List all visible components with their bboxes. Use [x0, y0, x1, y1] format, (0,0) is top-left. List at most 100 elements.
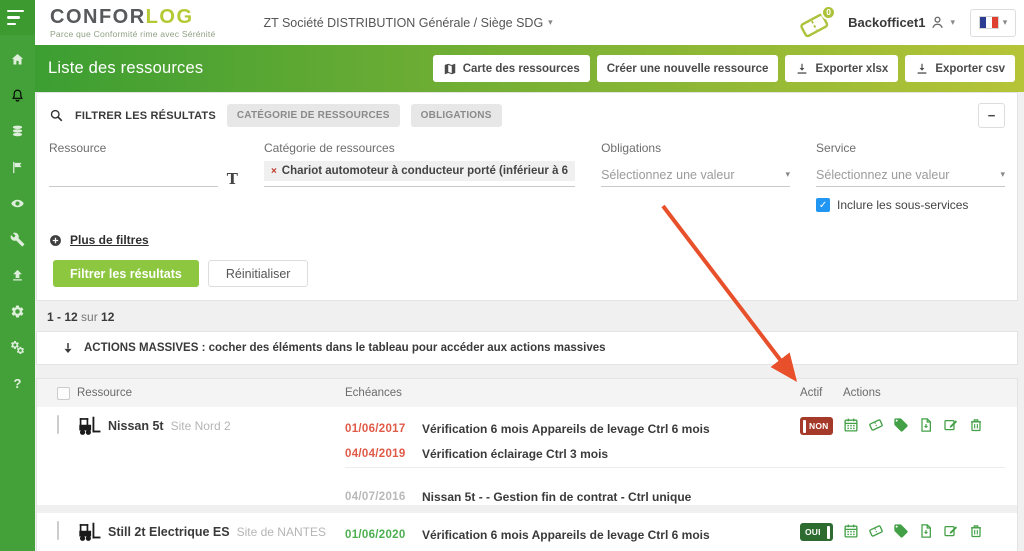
deadline-item: 01/06/2017 Vérification 6 mois Appareils…: [345, 416, 800, 441]
chevron-down-icon: ▾: [950, 17, 955, 27]
deadline-label: Vérification 6 mois Appareils de levage …: [422, 527, 710, 542]
remove-tag-icon[interactable]: ×: [271, 166, 277, 177]
search-icon: [49, 108, 64, 123]
person-icon: [929, 14, 946, 31]
content-area: FILTRER LES RÉSULTATS CATÉGORIE DE RESSO…: [35, 92, 1024, 551]
plus-circle-icon: [49, 234, 62, 247]
collapse-panel-button[interactable]: −: [978, 103, 1005, 128]
active-toggle[interactable]: OUI: [800, 523, 833, 541]
table-row: Nissan 5t Site Nord 2 01/06/2017 Vérific…: [37, 407, 1017, 505]
deadline-date: 01/06/2017: [345, 422, 406, 435]
tickets-icon[interactable]: [868, 523, 884, 539]
pdf-export-icon[interactable]: [918, 417, 934, 433]
language-selector[interactable]: ▾: [970, 8, 1016, 37]
active-toggle[interactable]: NON: [800, 417, 833, 435]
include-subservices-checkbox[interactable]: ✓: [816, 198, 831, 212]
export-xlsx-button[interactable]: Exporter xlsx: [785, 55, 899, 82]
menu-toggle-icon[interactable]: [0, 0, 35, 35]
table-header-row: Ressource Echéances Actif Actions: [37, 379, 1017, 407]
ressource-filter-input[interactable]: [49, 165, 218, 187]
export-csv-button[interactable]: Exporter csv: [905, 55, 1015, 82]
advanced-settings-gears-icon[interactable]: [10, 340, 26, 355]
obligations-placeholder: Sélectionnez une valeur: [601, 167, 735, 182]
row-checkbox[interactable]: [57, 415, 59, 434]
service-label: Service: [816, 141, 857, 155]
logo-text-secondary: Log: [145, 5, 194, 28]
column-header-deadlines: Echéances: [345, 387, 402, 399]
tag-icon[interactable]: [893, 523, 909, 539]
delete-icon[interactable]: [968, 523, 984, 539]
chevron-down-icon: ▾: [1002, 17, 1008, 27]
map-icon: [443, 62, 457, 76]
company-context-selector[interactable]: ZT Société DISTRIBUTION Générale / Siège…: [263, 16, 552, 30]
column-header-resource: Ressource: [77, 387, 132, 399]
tickets-icon[interactable]: [868, 417, 884, 433]
select-all-checkbox[interactable]: [57, 386, 70, 400]
deadline-date: 01/06/2020: [345, 528, 406, 541]
deadline-item: 01/06/2020 Vérification 6 mois Appareils…: [345, 522, 800, 547]
map-of-resources-button[interactable]: Carte des ressources: [432, 55, 590, 82]
service-select[interactable]: Sélectionnez une valeur ▾: [816, 163, 1005, 187]
home-icon[interactable]: [10, 52, 26, 67]
app-root: ? ConforLog Parce que Conformité rime av…: [0, 0, 1024, 551]
database-icon[interactable]: [10, 124, 26, 139]
filter-reset-button[interactable]: Réinitialiser: [207, 260, 309, 287]
user-name: Backofficet1: [848, 15, 926, 30]
french-flag-icon: [978, 16, 999, 29]
categorie-label: Catégorie de ressources: [263, 141, 395, 155]
page-header-actions: Carte des ressources Créer une nouvelle …: [432, 55, 1015, 82]
selected-category-label: Chariot automoteur à conducteur porté (i…: [281, 165, 569, 177]
deadline-date: 04/07/2016: [345, 490, 406, 503]
edit-icon[interactable]: [943, 417, 959, 433]
filter-field-ressource: Ressource T: [49, 141, 238, 212]
deadline-history-item: 04/07/2016 Nissan 5t - - Gestion fin de …: [345, 484, 800, 509]
logo-text-primary: Confor: [50, 5, 146, 28]
eye-icon[interactable]: [10, 196, 26, 211]
resource-name: Nissan 5t: [108, 418, 164, 433]
obligations-select[interactable]: Sélectionnez une valeur ▾: [601, 163, 791, 187]
selected-category-tag[interactable]: × Chariot automoteur à conducteur porté …: [263, 161, 576, 181]
tickets-count-badge: 0: [821, 4, 837, 20]
calendar-icon[interactable]: [843, 523, 859, 539]
wrench-icon[interactable]: [10, 232, 26, 247]
more-filters-link[interactable]: Plus de filtres: [49, 233, 1005, 247]
help-icon[interactable]: ?: [10, 376, 26, 391]
filter-panel: FILTRER LES RÉSULTATS CATÉGORIE DE RESSO…: [36, 92, 1018, 301]
tab-categorie-de-ressources[interactable]: CATÉGORIE DE RESSOURCES: [226, 104, 400, 127]
download-icon: [915, 62, 929, 76]
arrow-down-icon: [61, 341, 75, 355]
settings-gear-icon[interactable]: [10, 304, 26, 319]
sidebar: ?: [0, 0, 35, 551]
tag-icon[interactable]: [893, 417, 909, 433]
row-checkbox[interactable]: [57, 521, 59, 540]
deadline-item: 04/04/2019 Vérification éclairage Ctrl 3…: [345, 547, 800, 551]
table-row: Still 2t Electrique ES Site de NANTES 01…: [37, 513, 1017, 551]
forklift-icon: [77, 521, 101, 542]
tickets-icon[interactable]: 0: [799, 4, 837, 39]
categorie-select[interactable]: × Chariot automoteur à conducteur porté …: [263, 161, 576, 187]
column-header-actions: Actions: [843, 387, 881, 399]
create-resource-button[interactable]: Créer une nouvelle ressource: [596, 55, 779, 82]
service-placeholder: Sélectionnez une valeur: [816, 167, 950, 182]
delete-icon[interactable]: [968, 417, 984, 433]
app-logo: ConforLog Parce que Conformité rime avec…: [50, 7, 215, 39]
upload-icon[interactable]: [10, 268, 26, 283]
resources-table: Ressource Echéances Actif Actions Nissan…: [36, 378, 1018, 551]
edit-icon[interactable]: [943, 523, 959, 539]
calendar-icon[interactable]: [843, 417, 859, 433]
topbar: ConforLog Parce que Conformité rime avec…: [35, 0, 1024, 45]
pdf-export-icon[interactable]: [918, 523, 934, 539]
resource-site: Site de NANTES: [236, 524, 326, 539]
user-menu[interactable]: Backofficet1 ▾: [848, 14, 955, 31]
flag-icon[interactable]: [10, 160, 26, 175]
page-title: Liste des ressources: [48, 59, 204, 77]
filter-submit-button[interactable]: Filtrer les résultats: [53, 260, 199, 287]
tab-obligations[interactable]: OBLIGATIONS: [410, 104, 502, 127]
massive-actions-notice: ACTIONS MASSIVES : cocher des éléments d…: [36, 331, 1018, 365]
notifications-bell-icon[interactable]: [10, 88, 26, 103]
ressource-label: Ressource: [49, 141, 107, 155]
filter-field-obligations: Obligations Sélectionnez une valeur ▾: [601, 141, 791, 212]
logo-tagline: Parce que Conformité rime avec Sérénité: [50, 28, 216, 39]
chevron-down-icon: ▾: [785, 169, 791, 179]
results-count: 1 - 12 sur 12: [47, 310, 115, 324]
